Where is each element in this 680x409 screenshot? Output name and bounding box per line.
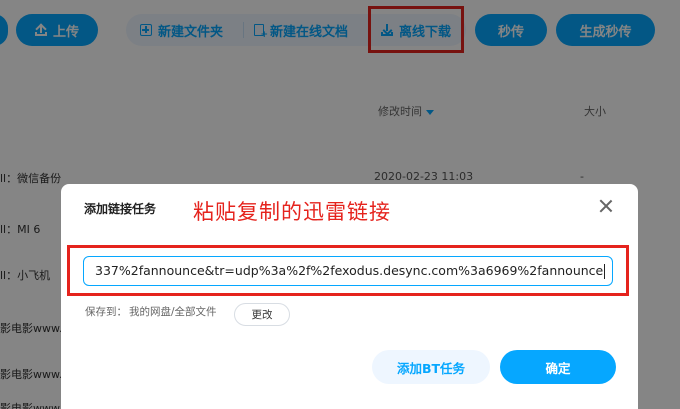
save-location: 保存到： 我的网盘/全部文件 (85, 304, 217, 319)
change-location-button[interactable]: 更改 (234, 303, 290, 326)
save-path: 我的网盘/全部文件 (129, 306, 217, 318)
add-bt-task-button[interactable]: 添加BT任务 (372, 350, 490, 384)
link-input-highlight (67, 245, 629, 296)
close-icon[interactable] (598, 198, 614, 214)
add-link-task-dialog: 添加链接任务 粘贴复制的迅雷链接 337%2fannounce&tr=udp%3… (61, 184, 638, 409)
save-to-label: 保存到： (85, 306, 127, 318)
dialog-title: 添加链接任务 (84, 202, 157, 216)
confirm-button[interactable]: 确定 (500, 350, 616, 384)
annotation-caption: 粘贴复制的迅雷链接 (193, 200, 391, 224)
